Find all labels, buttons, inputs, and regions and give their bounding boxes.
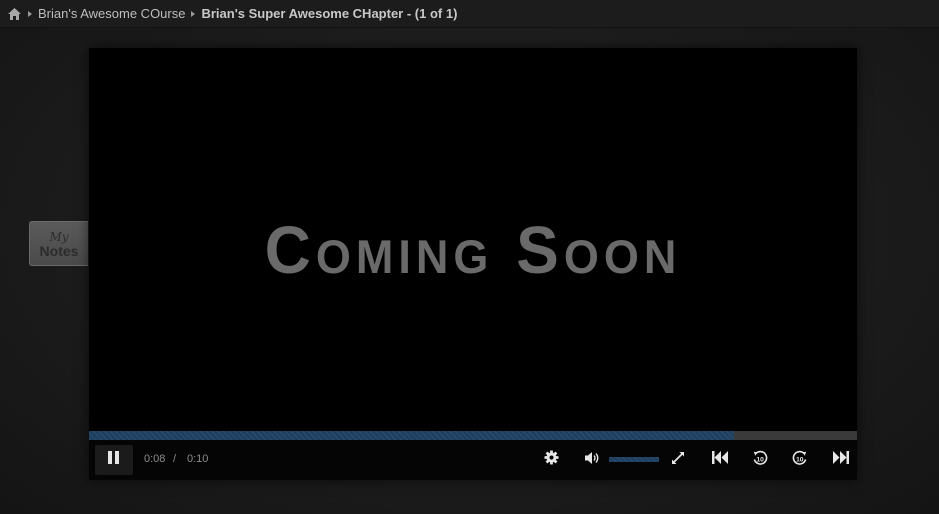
rewind-10-button[interactable]: 10: [749, 450, 771, 470]
rewind-10-icon: 10: [752, 450, 768, 471]
skip-to-end-button[interactable]: [828, 450, 852, 470]
video-screen[interactable]: Coming Soon: [89, 48, 857, 431]
pause-icon: [108, 451, 120, 469]
progress-bar[interactable]: [89, 431, 857, 440]
my-notes-tab[interactable]: My Notes: [29, 221, 88, 266]
skip-to-start-button[interactable]: [708, 450, 732, 470]
chevron-right-icon: [28, 10, 32, 17]
home-icon[interactable]: [6, 6, 22, 22]
pause-button[interactable]: [95, 445, 133, 475]
notes-tab-label: Notes: [39, 243, 79, 259]
breadcrumb-course-link[interactable]: Brian's Awesome COurse: [38, 6, 185, 21]
forward-10-icon: 10: [792, 450, 808, 471]
duration: 0:10: [187, 453, 209, 465]
notes-tab-my-label: My: [49, 230, 69, 244]
skip-to-start-icon: [711, 451, 729, 469]
progress-bar-fill: [89, 431, 735, 440]
volume-slider-fill: [609, 457, 659, 462]
forward-10-button[interactable]: 10: [789, 450, 811, 470]
video-controls: 0:08 / 0:10 10 10: [89, 440, 857, 480]
svg-text:10: 10: [796, 456, 804, 463]
current-time: 0:08: [144, 453, 166, 465]
coming-soon-title: Coming Soon: [264, 211, 682, 288]
mute-button[interactable]: [581, 450, 603, 470]
skip-to-end-icon: [832, 451, 849, 469]
svg-text:10: 10: [757, 456, 765, 463]
fullscreen-icon: [671, 451, 685, 470]
settings-gear-icon: [543, 450, 559, 470]
chevron-right-icon: [191, 10, 196, 17]
page: Brian's Awesome COurse Brian's Super Awe…: [0, 0, 939, 514]
time-separator: /: [173, 453, 177, 465]
breadcrumb-current-chapter: Brian's Super Awesome CHapter - (1 of 1): [201, 6, 458, 21]
fullscreen-button[interactable]: [667, 450, 689, 470]
volume-icon: [584, 451, 600, 470]
video-player[interactable]: Coming Soon 0:08 / 0:10 10 10: [89, 48, 857, 480]
settings-button[interactable]: [539, 450, 563, 470]
volume-slider[interactable]: [609, 457, 659, 462]
breadcrumb: Brian's Awesome COurse Brian's Super Awe…: [0, 0, 939, 28]
